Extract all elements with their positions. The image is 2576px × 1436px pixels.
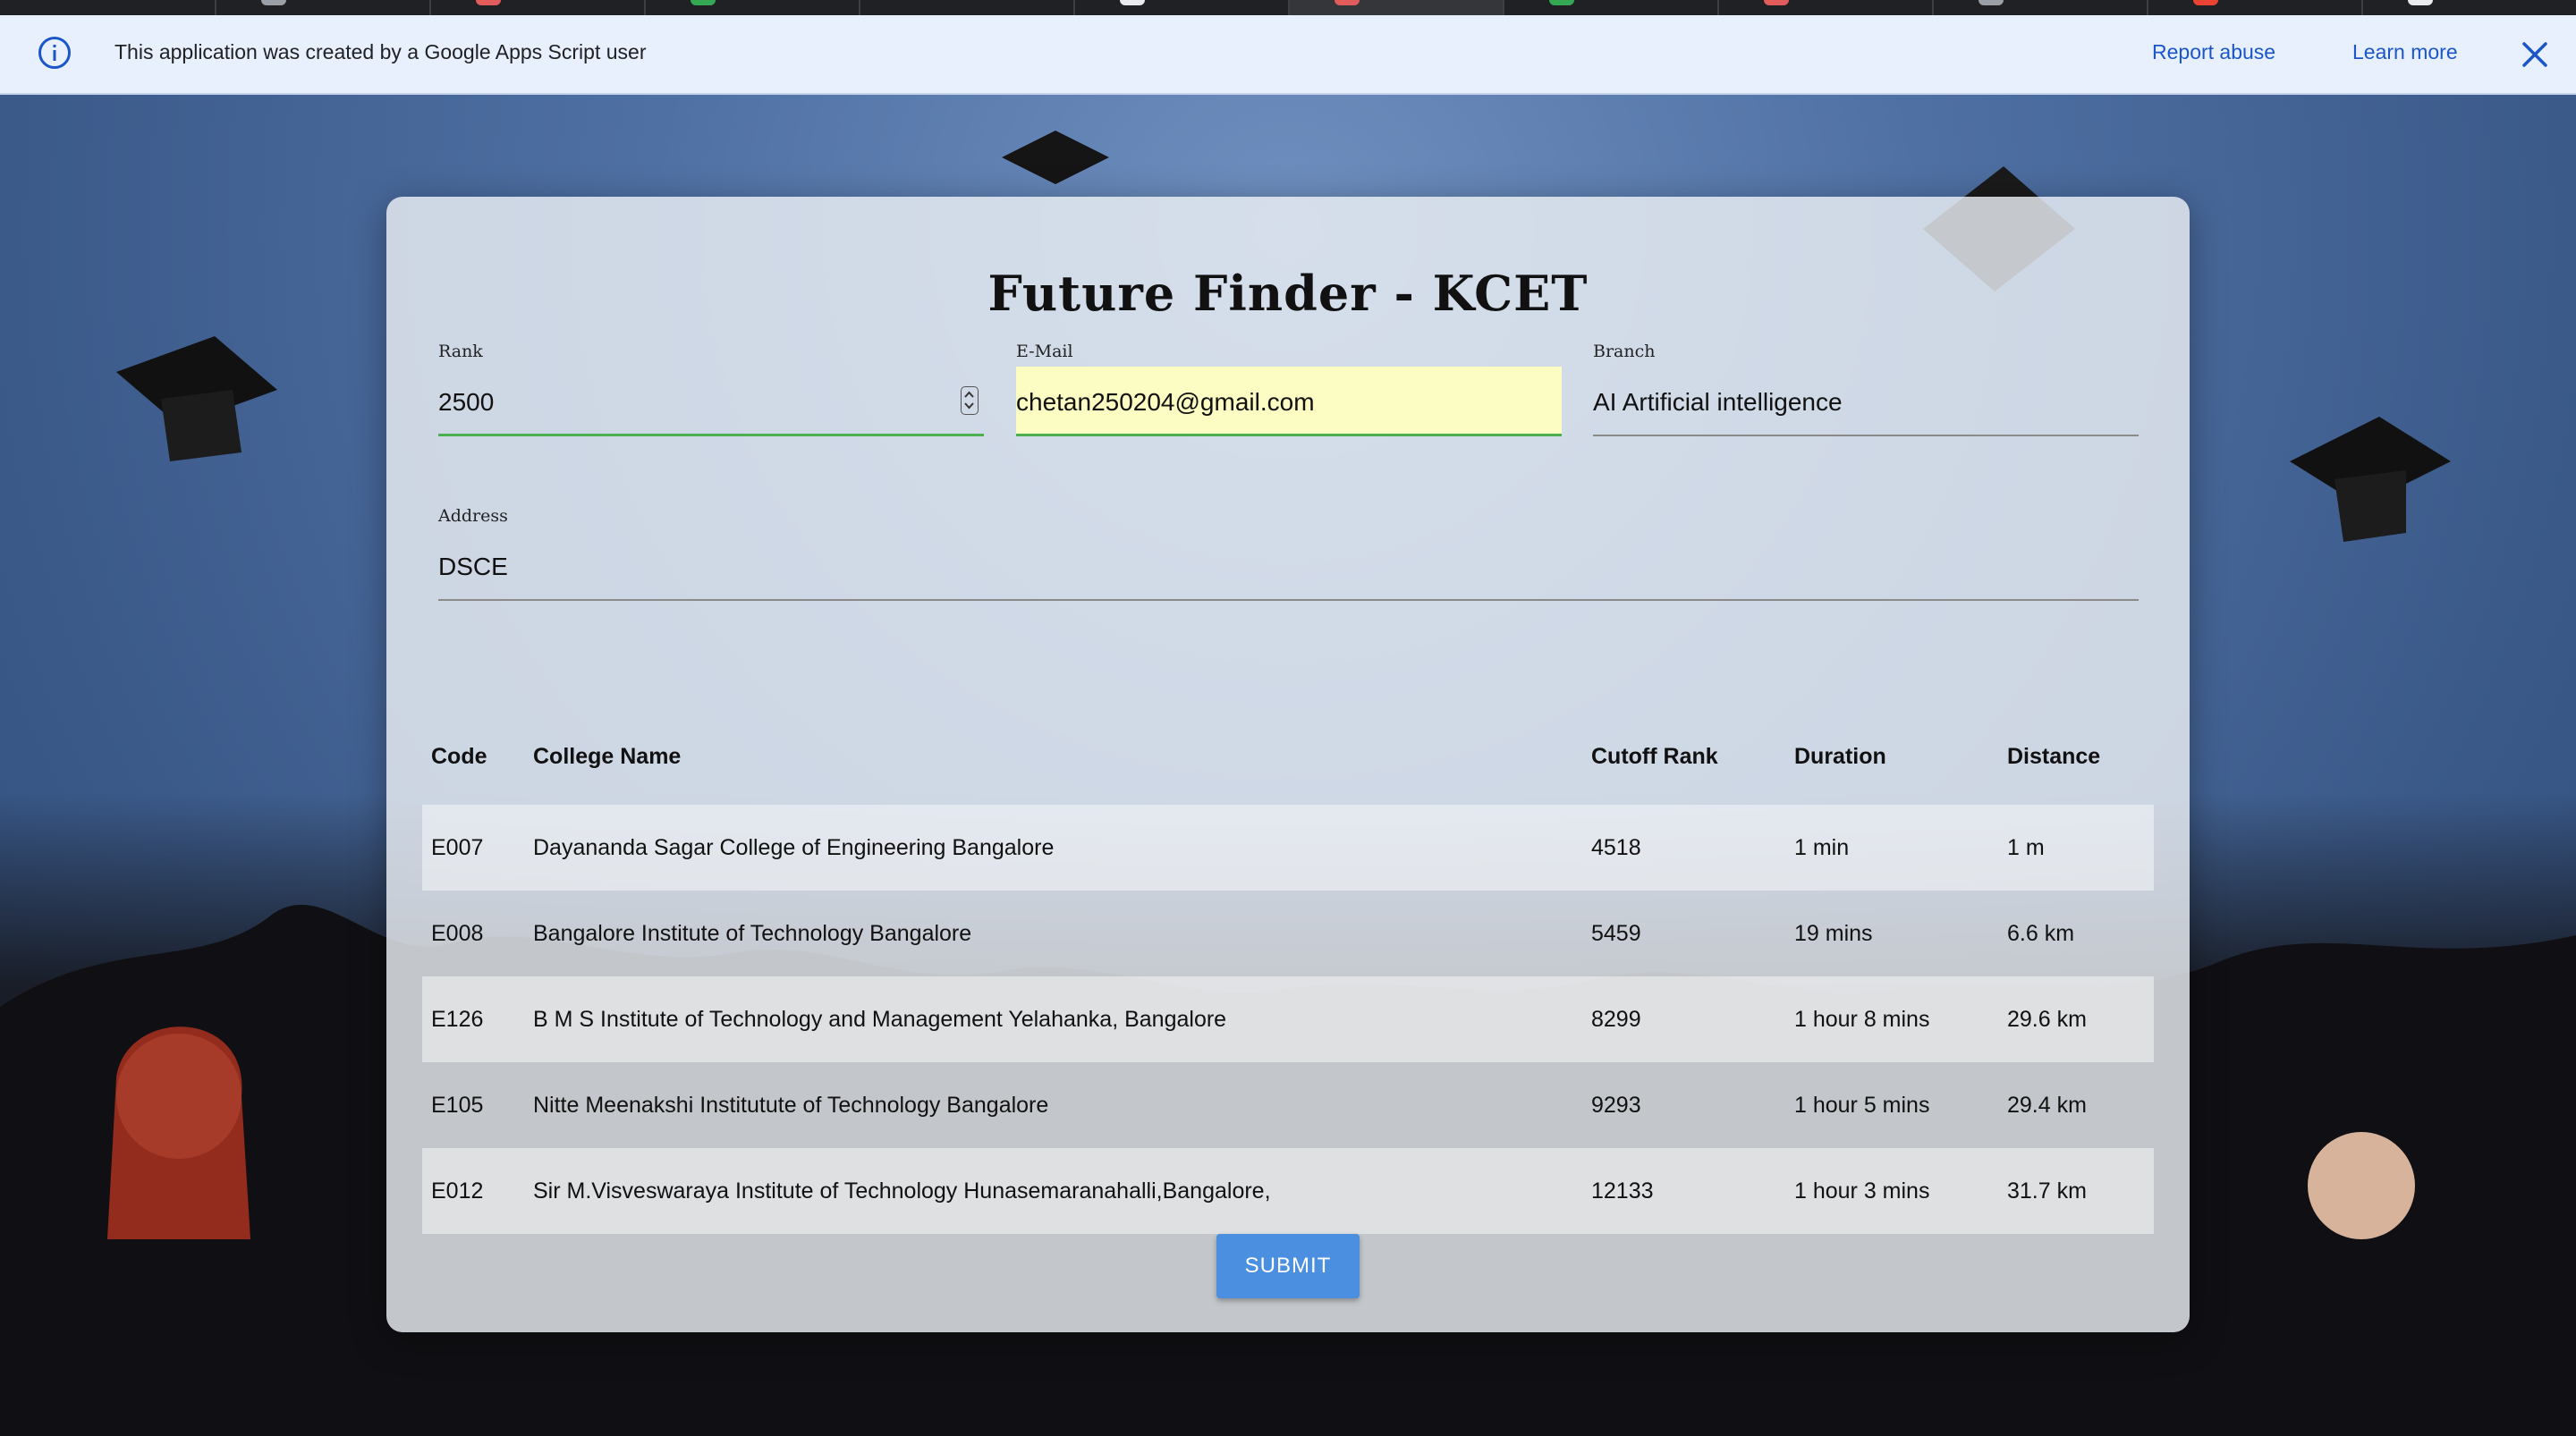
cell-distance: 1 m: [2007, 835, 2045, 860]
address-value: DSCE: [438, 553, 508, 580]
apps-script-info-banner: This application was created by a Google…: [0, 15, 2576, 95]
address-input[interactable]: DSCE: [438, 531, 2139, 601]
cell-distance: 29.4 km: [2007, 1093, 2087, 1118]
cell-code: E012: [431, 1178, 484, 1204]
address-label: Address: [438, 506, 508, 526]
column-header-cutoff-rank: Cutoff Rank: [1591, 744, 1718, 769]
cell-cutoff-rank: 12133: [1591, 1178, 1654, 1204]
email-label: E-Mail: [1016, 342, 1073, 361]
graduation-cap-icon: [116, 336, 277, 461]
close-icon[interactable]: [2521, 40, 2549, 69]
rank-value: 2500: [438, 387, 495, 416]
cell-duration: 1 min: [1794, 835, 1850, 860]
future-finder-form-card: Future Finder - KCET Rank 2500 E-Mail ch…: [386, 197, 2190, 1332]
cell-distance: 6.6 km: [2007, 921, 2075, 946]
report-abuse-link[interactable]: Report abuse: [2152, 40, 2275, 64]
submit-button[interactable]: SUBMIT: [1216, 1234, 1360, 1298]
graduation-cap-icon: [2290, 417, 2451, 542]
branch-value: AI Artificial intelligence: [1593, 388, 1843, 416]
cell-college-name: Dayananda Sagar College of Engineering B…: [533, 835, 1055, 860]
branch-input[interactable]: AI Artificial intelligence: [1593, 367, 2139, 436]
rank-input[interactable]: 2500: [438, 367, 984, 436]
cell-duration: 1 hour 8 mins: [1794, 1007, 1930, 1032]
cell-distance: 31.7 km: [2007, 1178, 2087, 1204]
cell-cutoff-rank: 8299: [1591, 1007, 1641, 1032]
rank-label: Rank: [438, 342, 483, 361]
cell-code: E008: [431, 921, 484, 946]
cell-college-name: B M S Institute of Technology and Manage…: [533, 1007, 1227, 1032]
branch-label: Branch: [1593, 342, 1656, 361]
column-header-college-name: College Name: [533, 744, 682, 769]
email-input[interactable]: chetan250204@gmail.com: [1016, 367, 1562, 436]
cell-college-name: Nitte Meenakshi Institutute of Technolog…: [533, 1093, 1049, 1118]
browser-tab-strip: [0, 0, 2576, 15]
cell-cutoff-rank: 5459: [1591, 921, 1641, 946]
cell-distance: 29.6 km: [2007, 1007, 2087, 1032]
table-row: E105 Nitte Meenakshi Institutute of Tech…: [422, 1062, 2154, 1148]
cell-code: E126: [431, 1007, 484, 1032]
table-row: E012 Sir M.Visveswaraya Institute of Tec…: [422, 1148, 2154, 1234]
cell-duration: 19 mins: [1794, 921, 1873, 946]
info-icon: [38, 37, 71, 69]
column-header-distance: Distance: [2007, 744, 2101, 769]
email-value: chetan250204@gmail.com: [1016, 387, 1315, 416]
stepper-arrows-icon: [964, 391, 974, 410]
cell-code: E007: [431, 835, 484, 860]
column-header-code: Code: [431, 744, 487, 769]
page-title: Future Finder - KCET: [987, 265, 1589, 322]
rank-stepper[interactable]: [961, 386, 979, 415]
cell-duration: 1 hour 3 mins: [1794, 1178, 1930, 1204]
table-row: E126 B M S Institute of Technology and M…: [422, 976, 2154, 1062]
table-row: E008 Bangalore Institute of Technology B…: [422, 891, 2154, 976]
cell-code: E105: [431, 1093, 484, 1118]
banner-message: This application was created by a Google…: [114, 40, 647, 63]
cell-college-name: Sir M.Visveswaraya Institute of Technolo…: [533, 1178, 1271, 1204]
column-header-duration: Duration: [1794, 744, 1886, 769]
cell-duration: 1 hour 5 mins: [1794, 1093, 1930, 1118]
cell-cutoff-rank: 4518: [1591, 835, 1641, 860]
learn-more-link[interactable]: Learn more: [2352, 40, 2458, 64]
table-row: E007 Dayananda Sagar College of Engineer…: [422, 805, 2154, 891]
cell-college-name: Bangalore Institute of Technology Bangal…: [533, 921, 972, 946]
cell-cutoff-rank: 9293: [1591, 1093, 1641, 1118]
